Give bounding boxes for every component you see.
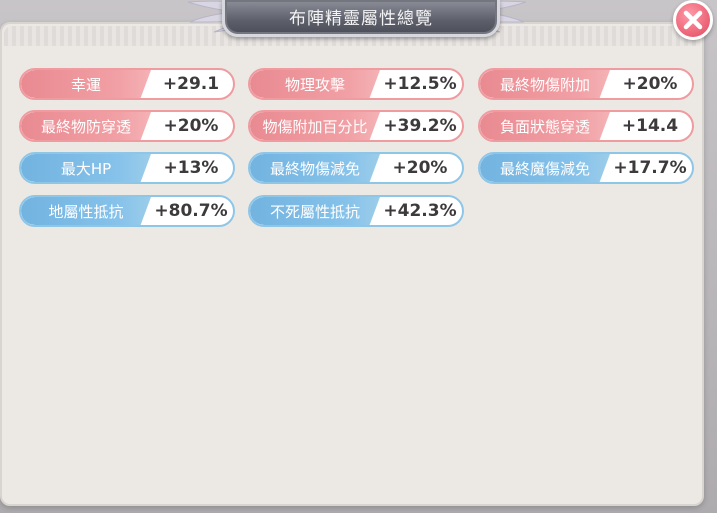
stat-luck: 幸運 +29.1 <box>19 68 235 100</box>
stat-physical-attack: 物理攻擊 +12.5% <box>248 68 464 100</box>
stat-label: 物傷附加百分比 <box>250 112 380 140</box>
close-icon <box>683 10 703 30</box>
stat-label: 最終魔傷減免 <box>480 154 610 182</box>
stat-label: 最大HP <box>21 154 151 182</box>
title-plaque: 布陣精靈屬性總覽 <box>222 0 500 37</box>
stat-value: +42.3% <box>383 201 457 221</box>
stat-label: 物理攻擊 <box>250 70 380 98</box>
stat-value: +20% <box>622 74 678 94</box>
stat-physical-damage-percent: 物傷附加百分比 +39.2% <box>248 110 464 142</box>
stat-value: +12.5% <box>383 74 457 94</box>
stat-label: 最終物防穿透 <box>21 112 151 140</box>
stat-label: 地屬性抵抗 <box>21 197 151 225</box>
stat-earth-resistance: 地屬性抵抗 +80.7% <box>19 195 235 227</box>
stat-undead-resistance: 不死屬性抵抗 +42.3% <box>248 195 464 227</box>
stat-final-physical-damage-reduction: 最終物傷減免 +20% <box>248 152 464 184</box>
stat-value: +17.7% <box>613 158 687 178</box>
stat-final-physical-damage-bonus: 最終物傷附加 +20% <box>478 68 694 100</box>
stat-label: 最終物傷減免 <box>250 154 380 182</box>
page-title: 布陣精靈屬性總覽 <box>289 8 433 29</box>
stat-value: +80.7% <box>154 201 228 221</box>
stat-final-physical-defense-penetration: 最終物防穿透 +20% <box>19 110 235 142</box>
stat-value: +29.1 <box>162 74 220 94</box>
stat-debuff-penetration: 負面狀態穿透 +14.4 <box>478 110 694 142</box>
stat-value: +14.4 <box>621 116 679 136</box>
stat-value: +20% <box>163 116 219 136</box>
close-button[interactable] <box>673 0 713 40</box>
stat-value: +13% <box>163 158 219 178</box>
game-screen: 布陣精靈屬性總覽 幸運 +29.1 物理攻擊 +12.5% 最終物傷附加 +20… <box>0 0 717 513</box>
stat-value: +39.2% <box>383 116 457 136</box>
stat-final-magic-damage-reduction: 最終魔傷減免 +17.7% <box>478 152 694 184</box>
stat-label: 最終物傷附加 <box>480 70 610 98</box>
stat-max-hp: 最大HP +13% <box>19 152 235 184</box>
stat-value: +20% <box>392 158 448 178</box>
stat-label: 幸運 <box>21 70 151 98</box>
stat-label: 負面狀態穿透 <box>480 112 610 140</box>
stat-label: 不死屬性抵抗 <box>250 197 380 225</box>
